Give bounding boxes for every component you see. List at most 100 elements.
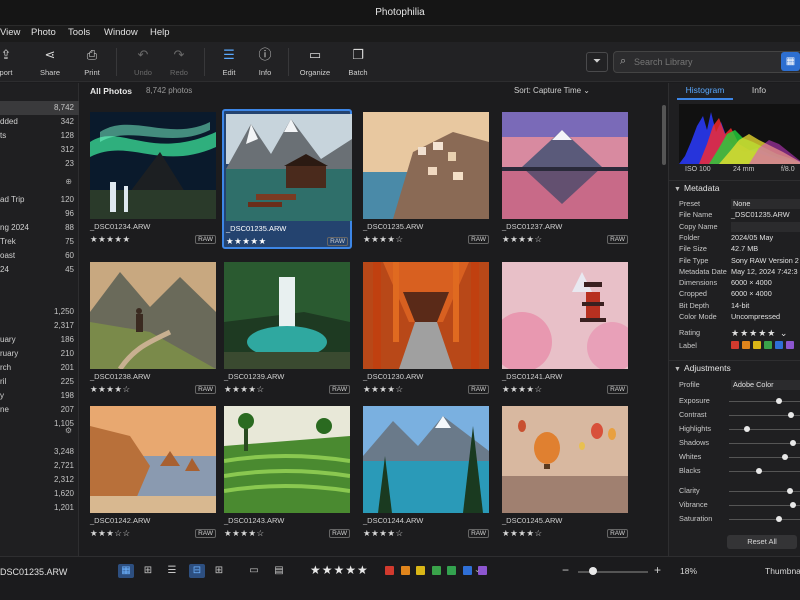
sidebar-item[interactable]: uary 186 xyxy=(0,333,79,347)
sidebar-item[interactable]: 1,250 xyxy=(0,305,79,319)
slider-knob[interactable] xyxy=(775,516,782,522)
filmstrip-view-button[interactable]: ▤ xyxy=(271,564,287,578)
photo-thumbnail[interactable]: _DSC01234.ARW ★★★★★ RAW xyxy=(88,109,218,249)
photo-rating[interactable]: ★★★★☆ xyxy=(90,384,131,395)
photo-thumbnail[interactable]: _DSC01242.ARW ★★★☆☆ RAW xyxy=(88,403,218,543)
view-mode-label[interactable]: Thumbna xyxy=(765,566,800,576)
slider-track[interactable] xyxy=(729,401,800,402)
sidebar-item[interactable]: Trek 75 xyxy=(0,235,79,249)
photo-image[interactable] xyxy=(226,114,352,221)
slider-knob[interactable] xyxy=(775,398,782,404)
photo-image[interactable] xyxy=(363,406,489,513)
rating-filter-stars[interactable]: ★★★★★ xyxy=(310,563,369,577)
photo-thumbnail[interactable]: _DSC01230.ARW ★★★★☆ RAW xyxy=(361,259,491,399)
photo-thumbnail[interactable]: _DSC01244.ARW ★★★★☆ RAW xyxy=(361,403,491,543)
export-button[interactable]: ⇪ port xyxy=(0,46,28,80)
photo-thumbnail[interactable]: _DSC01237.ARW ★★★★☆ RAW xyxy=(500,109,630,249)
sidebar-item[interactable]: ad Trip 120 xyxy=(0,193,79,207)
slider-track[interactable] xyxy=(729,519,800,520)
label-color-swatch[interactable] xyxy=(775,341,783,349)
menu-tools[interactable]: Tools xyxy=(68,27,90,38)
profile-select[interactable]: Adobe Color xyxy=(731,380,800,390)
label-color-swatch[interactable] xyxy=(753,341,761,349)
grid-view-toggle[interactable]: ▦ xyxy=(781,52,800,71)
grid-small-view-button[interactable]: ▦ xyxy=(118,564,134,578)
rating-stars[interactable]: ★★★★★ ⌄ xyxy=(731,328,788,339)
photo-rating[interactable]: ★★★★☆ xyxy=(363,384,404,395)
grid-large-view-button[interactable]: ⊞ xyxy=(140,564,156,578)
sidebar-item[interactable]: ruary 210 xyxy=(0,347,79,361)
slider-knob[interactable] xyxy=(788,412,795,418)
sidebar-item[interactable]: 96 xyxy=(0,207,79,221)
slider-knob[interactable] xyxy=(790,440,796,446)
menu-photo[interactable]: Photo xyxy=(31,27,56,38)
menu-help[interactable]: Help xyxy=(150,27,170,38)
sidebar-item[interactable]: 2,721 xyxy=(0,459,79,473)
batch-button[interactable]: ❐ Batch xyxy=(336,46,380,80)
sidebar-item[interactable]: ng 2024 88 xyxy=(0,221,79,235)
photo-rating[interactable]: ★★★★☆ xyxy=(224,528,265,539)
color-filter-swatch[interactable] xyxy=(431,566,441,575)
reset-all-button[interactable]: Reset All xyxy=(727,535,797,549)
redo-button[interactable]: ↷ Redo xyxy=(157,46,201,80)
slider-track[interactable] xyxy=(729,457,800,458)
sidebar-item[interactable]: 24 45 xyxy=(0,263,79,277)
label-color-swatch[interactable] xyxy=(764,341,772,349)
tab-info[interactable]: Info xyxy=(739,85,779,100)
photo-rating[interactable]: ★★★★☆ xyxy=(224,384,265,395)
photo-thumbnail[interactable]: _DSC01238.ARW ★★★★☆ RAW xyxy=(88,259,218,399)
color-filter-swatch[interactable] xyxy=(447,566,456,575)
photo-image[interactable] xyxy=(363,112,489,219)
add-album-icon[interactable]: ⊕ xyxy=(65,177,72,186)
photo-thumbnail[interactable]: _DSC01235.ARW ★★★★★ RAW xyxy=(222,109,352,249)
photo-image[interactable] xyxy=(224,262,350,369)
sidebar-item[interactable]: y 198 xyxy=(0,389,79,403)
print-button[interactable]: ⎙ Print xyxy=(70,46,114,80)
photo-rating[interactable]: ★★★★☆ xyxy=(502,528,543,539)
sidebar-item[interactable]: 312 xyxy=(0,143,79,157)
sidebar-item[interactable]: rch 201 xyxy=(0,361,79,375)
sidebar-item[interactable]: 2,317 xyxy=(0,319,79,333)
metadata-value[interactable]: None xyxy=(731,199,800,209)
photo-image[interactable] xyxy=(502,262,628,369)
slider-track[interactable] xyxy=(729,429,800,430)
sidebar-item[interactable]: 3,248 xyxy=(0,445,79,459)
adjustments-section[interactable]: ▼ Adjustments xyxy=(669,360,800,374)
photo-image[interactable] xyxy=(90,262,216,369)
photo-rating[interactable]: ★★★★☆ xyxy=(502,384,543,395)
sidebar-item[interactable]: ne 207 xyxy=(0,403,79,417)
search-input[interactable] xyxy=(634,54,794,70)
photo-rating[interactable]: ★★★★☆ xyxy=(363,528,404,539)
slider-knob[interactable] xyxy=(790,502,796,508)
folder-view-button[interactable]: ▭ xyxy=(246,564,262,578)
share-button[interactable]: ⋖ Share xyxy=(28,46,72,80)
slider-knob[interactable] xyxy=(782,454,788,460)
photo-rating[interactable]: ★★★☆☆ xyxy=(90,528,131,539)
sidebar-item[interactable]: 23 xyxy=(0,157,79,171)
color-filter-swatch[interactable] xyxy=(416,566,425,575)
slider-knob[interactable] xyxy=(786,488,793,494)
slider-track[interactable] xyxy=(729,471,800,472)
photo-image[interactable] xyxy=(90,406,216,513)
menu-window[interactable]: Window xyxy=(104,27,138,38)
sidebar-item[interactable]: 1,201 xyxy=(0,501,79,515)
sidebar-item[interactable]: 2,312 xyxy=(0,473,79,487)
sidebar-item[interactable]: ril 225 xyxy=(0,375,79,389)
photo-image[interactable] xyxy=(502,406,628,513)
zoom-out-button[interactable]: − xyxy=(562,563,569,577)
photo-image[interactable] xyxy=(502,112,628,219)
slider-knob[interactable] xyxy=(756,468,763,474)
compare-view-button[interactable]: ⊟ xyxy=(189,564,205,578)
photo-image[interactable] xyxy=(90,112,216,219)
photo-thumbnail[interactable]: _DSC01243.ARW ★★★★☆ RAW xyxy=(222,403,352,543)
sidebar-item[interactable]: dded 342 xyxy=(0,115,79,129)
photo-rating[interactable]: ★★★★☆ xyxy=(502,234,543,245)
sidebar-item[interactable]: 1,620 xyxy=(0,487,79,501)
menu-view[interactable]: View xyxy=(0,27,20,38)
photo-thumbnail[interactable]: _DSC01239.ARW ★★★★☆ RAW xyxy=(222,259,352,399)
sort-dropdown[interactable]: Sort: Capture Time ⌄ xyxy=(514,86,590,95)
organize-button[interactable]: ▭ Organize xyxy=(293,46,337,80)
survey-view-button[interactable]: ⊞ xyxy=(211,564,227,578)
photo-rating[interactable]: ★★★★★ xyxy=(90,234,131,245)
grid-scrollbar[interactable] xyxy=(662,105,666,165)
